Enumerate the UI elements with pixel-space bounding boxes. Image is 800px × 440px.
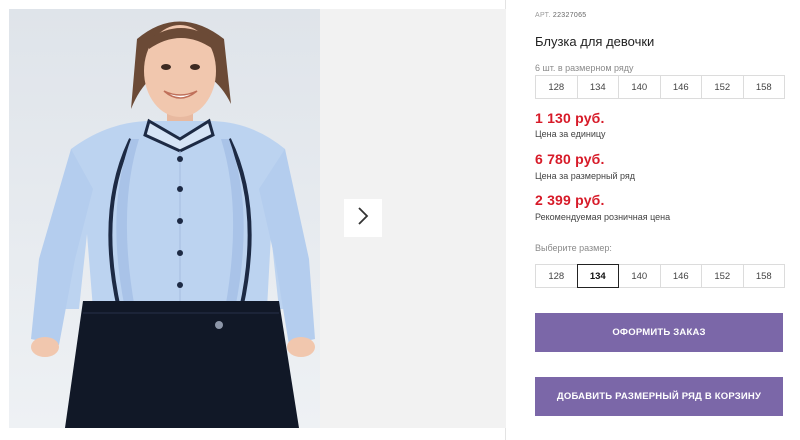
product-title: Блузка для девочки [535,34,655,49]
pack-size-table: 128 134 140 146 152 158 [535,75,785,99]
size-option-146[interactable]: 146 [659,264,702,288]
size-option-152[interactable]: 152 [701,264,744,288]
pack-size-cell: 140 [618,75,661,99]
next-photo-button[interactable] [344,199,382,237]
chevron-right-icon [357,206,369,230]
pack-size-cell: 128 [535,75,578,99]
size-option-128[interactable]: 128 [535,264,578,288]
size-option-134[interactable]: 134 [576,264,619,288]
article-value: 22327065 [552,12,587,19]
add-pack-to-cart-button[interactable]: ДОБАВИТЬ РАЗМЕРНЫЙ РЯД В КОРЗИНУ [535,377,783,416]
retail-price: 2 399 руб. [535,192,605,208]
pack-size-cell: 146 [659,75,702,99]
size-option-158[interactable]: 158 [742,264,785,288]
size-select-caption: Выберите размер: [535,243,612,253]
pack-size-cell: 152 [701,75,744,99]
pack-caption: 6 шт. в размерном ряду [535,63,634,73]
size-option-140[interactable]: 140 [618,264,661,288]
unit-price-caption: Цена за единицу [535,129,606,139]
pack-size-cell: 158 [742,75,785,99]
article-number: АРТ. 22327065 [535,12,586,19]
unit-price: 1 130 руб. [535,110,605,126]
place-order-button[interactable]: ОФОРМИТЬ ЗАКАЗ [535,313,783,352]
pack-price-caption: Цена за размерный ряд [535,171,636,181]
size-selector: 128 134 140 146 152 158 [535,264,785,288]
product-gallery [0,0,506,440]
pack-price: 6 780 руб. [535,151,605,167]
article-label: АРТ. [535,12,551,19]
product-photo[interactable] [9,9,320,428]
product-photo-illustration [9,9,320,428]
pack-size-cell: 134 [576,75,619,99]
retail-price-caption: Рекомендуемая розничная цена [535,212,671,222]
